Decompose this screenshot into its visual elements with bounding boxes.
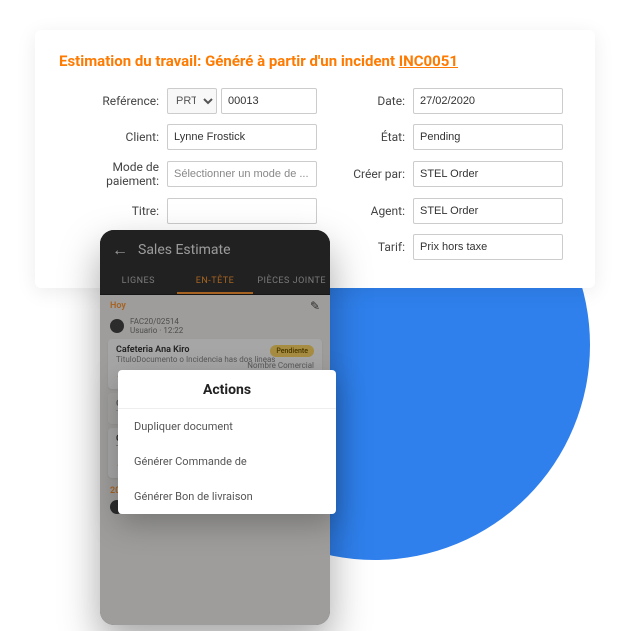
form-title: Estimation du travail: Généré à partir d… [59,52,571,70]
incident-link[interactable]: INC0051 [399,52,458,70]
today-label: Hoy [110,301,126,311]
section-today: Hoy ✎ [100,295,330,315]
action-generate-order[interactable]: Générer Commande de [118,444,336,479]
commercial-label: Nombre Comercial [247,361,314,370]
tab-entete[interactable]: EN-TÊTE [177,270,254,294]
form-title-text: Estimation du travail: Généré à partir d… [59,52,399,70]
status-badge: Pendiente [270,345,314,357]
reference-prefix-select[interactable]: PRT [167,88,217,114]
phone-header: ← Sales Estimate [100,230,330,270]
label-titre: Titre: [59,204,159,218]
reference-wrap: PRT [167,88,317,114]
reference-number-input[interactable] [221,88,317,114]
action-duplicate[interactable]: Dupliquer document [118,409,336,444]
actions-title: Actions [118,370,336,409]
client-input[interactable] [167,124,317,150]
action-generate-delivery[interactable]: Générer Bon de livraison [118,479,336,514]
tab-pieces-jointe[interactable]: PIÈCES JOINTE [253,270,330,294]
tab-lignes[interactable]: LIGNES [100,270,177,294]
phone-tabs: LIGNES EN-TÊTE PIÈCES JOINTE [100,270,330,295]
titre-input[interactable] [167,198,317,224]
label-agent: Agent: [325,204,405,218]
back-arrow-icon[interactable]: ← [112,240,128,260]
label-reference: Reférence: [59,94,159,108]
actions-popup: Actions Dupliquer document Générer Comma… [118,370,336,514]
label-payment-mode: Mode de paiement: [59,160,159,188]
etat-input[interactable] [413,124,563,150]
doc-code: FAC20/02514 [130,317,179,326]
doc-user: Usuario · 12:22 [130,326,183,335]
avatar-icon [110,319,124,333]
label-date: Date: [325,94,405,108]
label-client: Client: [59,130,159,144]
payment-mode-input[interactable] [167,161,317,187]
edit-icon[interactable]: ✎ [310,299,320,313]
label-etat: État: [325,130,405,144]
label-creer-par: Créer par: [325,167,405,181]
doc-chip-1: FAC20/02514Usuario · 12:22 [110,317,320,335]
tarif-input[interactable] [413,234,563,260]
date-input[interactable] [413,88,563,114]
phone-title: Sales Estimate [138,242,231,258]
agent-input[interactable] [413,198,563,224]
label-tarif: Tarif: [325,240,405,254]
creer-par-input[interactable] [413,161,563,187]
